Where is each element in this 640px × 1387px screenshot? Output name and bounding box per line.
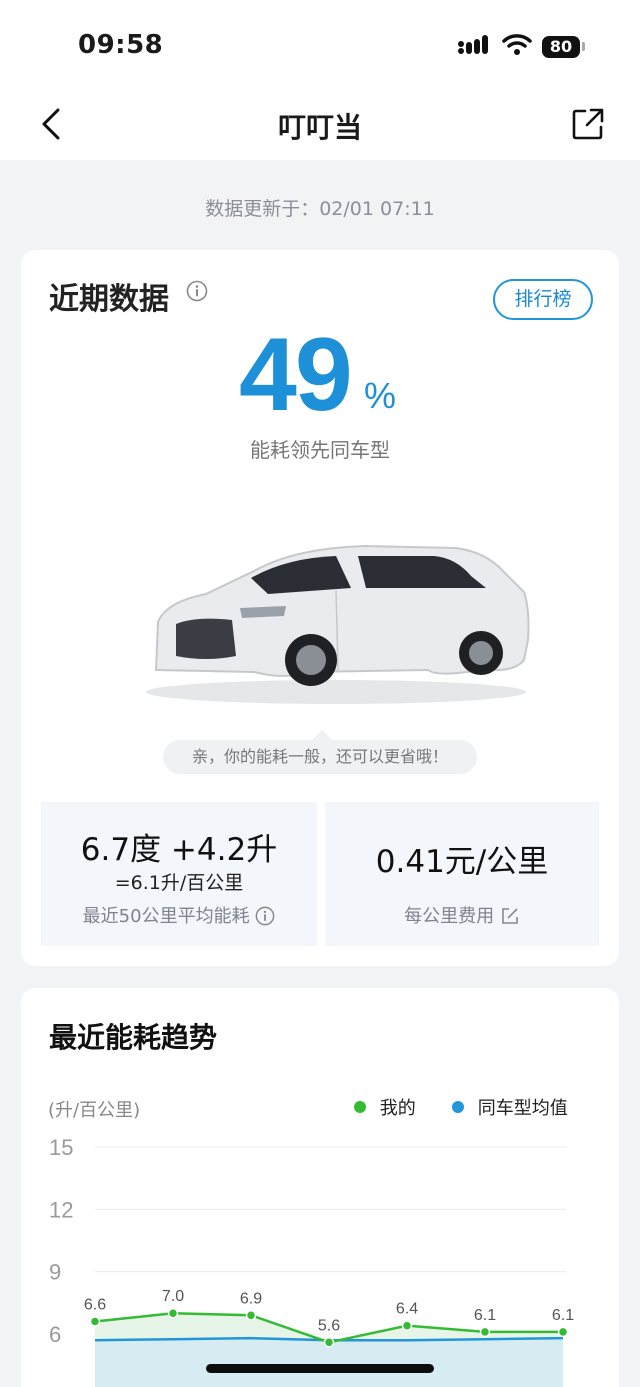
cost-per-km-value: 0.41元/公里 [375, 844, 549, 880]
percent-value: 49 [239, 317, 353, 433]
avg-consumption-value: 6.7度 +4.2升 [80, 832, 278, 868]
cost-per-km-box[interactable]: 0.41元/公里 每公里费用 [325, 802, 599, 946]
y-tick-label: 9 [49, 1260, 61, 1285]
data-label: 5.6 [318, 1317, 340, 1334]
mine-data-point [479, 1326, 491, 1338]
nav-bar: 叮叮当 [0, 90, 640, 160]
data-label: 6.1 [552, 1307, 574, 1324]
status-bar: 09:58 80 [0, 0, 640, 90]
wifi-icon [502, 34, 532, 55]
legend-mine-label: 我的 [379, 1098, 416, 1119]
page-title: 叮叮当 [277, 111, 362, 144]
cost-per-km-label-text: 每公里费用 [404, 906, 495, 927]
cost-per-km-label: 每公里费用 [325, 902, 599, 928]
info-icon[interactable] [186, 280, 208, 302]
avg-consumption-equiv: =6.1升/百公里 [114, 872, 244, 894]
lead-text: 能耗领先同车型 [250, 438, 390, 462]
y-tick-label: 6 [49, 1322, 61, 1347]
y-tick-label: 12 [49, 1197, 73, 1222]
home-indicator [206, 1364, 434, 1373]
car-image [146, 544, 530, 704]
avg-consumption-box: 6.7度 +4.2升 =6.1升/百公里 最近50公里平均能耗 [41, 802, 317, 946]
battery-tip [582, 42, 585, 51]
trend-title: 最近能耗趋势 [49, 1021, 218, 1054]
avg-consumption-label-text: 最近50公里平均能耗 [82, 906, 250, 927]
mine-data-point [557, 1326, 569, 1338]
status-time: 09:58 [78, 30, 164, 60]
data-label: 6.4 [396, 1301, 418, 1318]
mine-data-point [401, 1320, 413, 1331]
tip-bubble: 亲，你的能耗一般，还可以更省哦！ [163, 740, 477, 774]
ranking-button[interactable]: 排行榜 [493, 279, 593, 320]
trend-chart: 15 12 9 6 6.6 7.0 6.9 5.6 6.4 6.1 6.1 [49, 1135, 574, 1387]
signal-icon [458, 35, 488, 54]
percent-sign: % [364, 375, 397, 416]
edit-icon[interactable] [500, 906, 520, 926]
section-title: 近期数据 [49, 282, 169, 317]
mine-data-point [245, 1310, 257, 1321]
battery-icon: 80 [542, 36, 580, 58]
data-label: 6.1 [474, 1307, 496, 1324]
data-label: 6.9 [240, 1290, 262, 1307]
tip-arrow [312, 730, 332, 740]
data-label: 6.6 [84, 1297, 106, 1314]
legend-mine: 我的 [354, 1094, 416, 1120]
legend-avg: 同车型均值 [452, 1094, 568, 1120]
y-tick-label: 15 [49, 1135, 73, 1160]
info-icon[interactable] [255, 906, 275, 926]
recent-data-card: 近期数据 排行榜 49 % 能耗领先同车型 亲，你的能耗一般，还可以更省哦！ 6… [21, 250, 619, 966]
mine-data-point [167, 1307, 179, 1319]
update-time: 数据更新于：02/01 07:11 [205, 198, 435, 220]
chart-unit: (升/百公里) [48, 1100, 141, 1121]
legend-avg-dot [452, 1101, 464, 1113]
legend-mine-dot [354, 1101, 366, 1113]
avg-consumption-label: 最近50公里平均能耗 [41, 902, 317, 928]
mine-data-point [323, 1337, 335, 1348]
share-icon[interactable] [570, 106, 606, 142]
trend-card: 最近能耗趋势 (升/百公里) 我的 同车型均值 15 12 9 6 6.6 7.0 6.9 5… [21, 988, 619, 1387]
mine-data-point [89, 1316, 101, 1327]
legend-avg-label: 同车型均值 [477, 1098, 568, 1119]
data-label: 7.0 [162, 1288, 184, 1305]
